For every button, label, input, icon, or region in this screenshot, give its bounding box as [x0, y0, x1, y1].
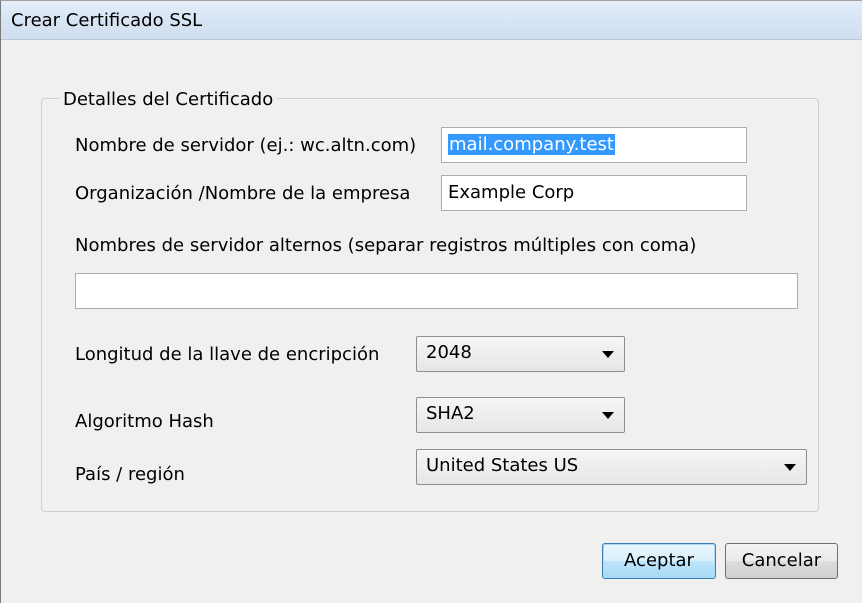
- server-name-input[interactable]: mail.company.test: [441, 127, 747, 163]
- country-value: United States US: [426, 455, 579, 476]
- alt-names-label: Nombres de servidor alternos (separar re…: [75, 235, 697, 256]
- ok-button[interactable]: Aceptar: [602, 543, 716, 579]
- chevron-down-icon: [784, 464, 796, 471]
- dialog-title: Crear Certificado SSL: [11, 10, 203, 31]
- key-length-select[interactable]: 2048: [416, 336, 625, 372]
- title-bar[interactable]: Crear Certificado SSL: [1, 1, 862, 40]
- country-select[interactable]: United States US: [416, 449, 807, 485]
- organization-value: Example Corp: [448, 182, 575, 203]
- ssl-certificate-dialog: Crear Certificado SSL Detalles del Certi…: [0, 0, 862, 603]
- hash-algorithm-value: SHA2: [426, 403, 475, 424]
- hash-algorithm-select[interactable]: SHA2: [416, 397, 625, 433]
- server-name-label: Nombre de servidor (ej.: wc.altn.com): [75, 135, 417, 156]
- organization-label: Organización /Nombre de la empresa: [75, 183, 411, 204]
- alt-names-input[interactable]: [75, 273, 798, 309]
- key-length-label: Longitud de la llave de encripción: [75, 344, 380, 365]
- chevron-down-icon: [602, 351, 614, 358]
- hash-algorithm-label: Algoritmo Hash: [75, 411, 214, 432]
- cancel-button[interactable]: Cancelar: [725, 543, 838, 579]
- key-length-value: 2048: [426, 342, 472, 363]
- group-legend: Detalles del Certificado: [59, 89, 278, 110]
- server-name-value: mail.company.test: [448, 134, 615, 155]
- organization-input[interactable]: Example Corp: [441, 175, 747, 211]
- country-label: País / región: [75, 464, 185, 485]
- chevron-down-icon: [602, 412, 614, 419]
